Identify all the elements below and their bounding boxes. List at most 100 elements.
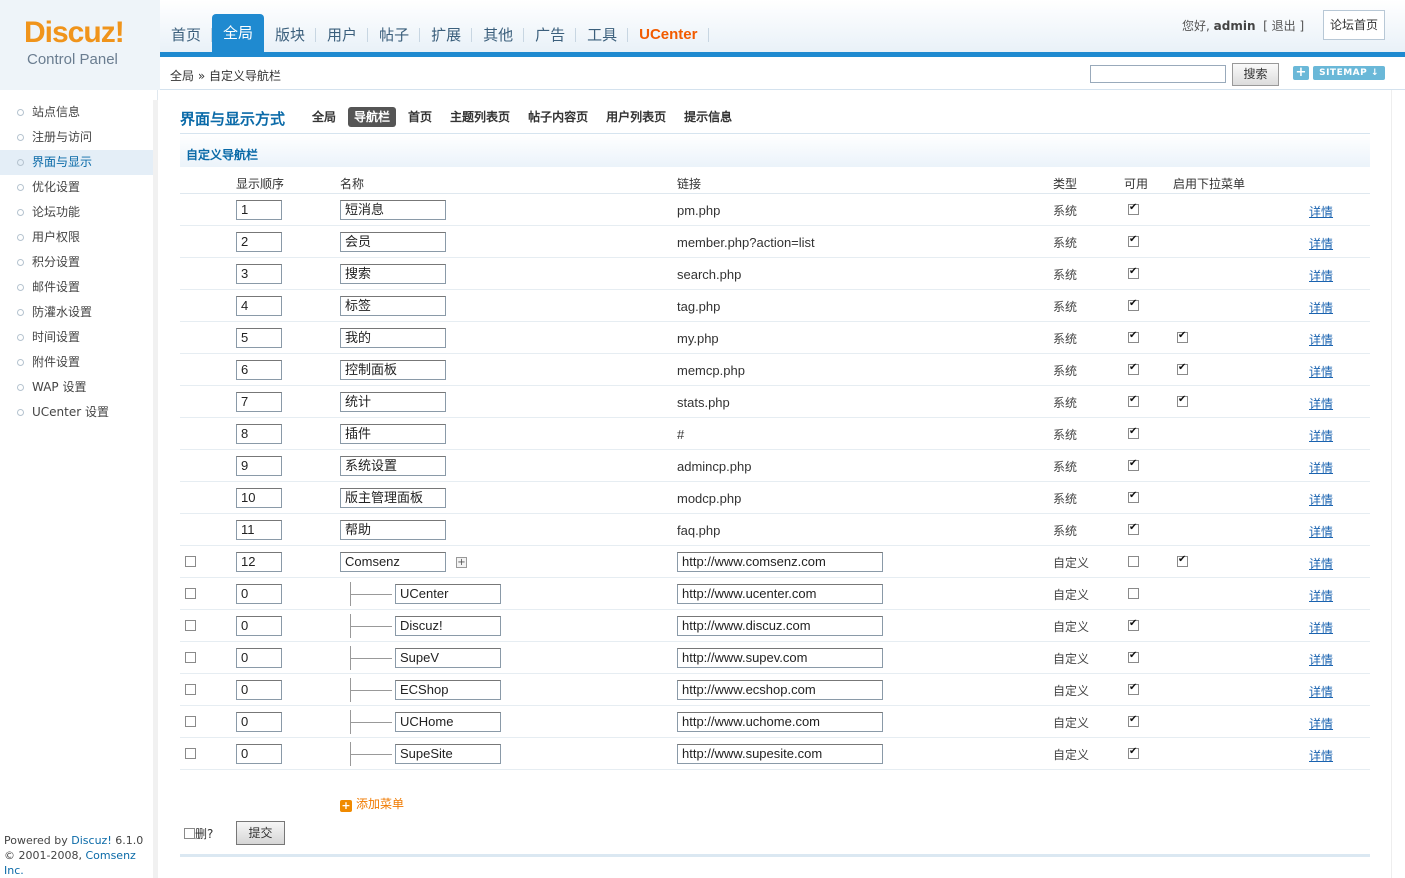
nav-tab-5[interactable]: 扩展 (420, 14, 473, 52)
subtab-5[interactable]: 用户列表页 (600, 107, 672, 127)
order-input[interactable]: 10 (236, 488, 282, 508)
detail-link[interactable]: 详情 (1309, 523, 1333, 540)
name-input[interactable]: Discuz! (395, 616, 501, 636)
add-shortcut-icon[interactable]: + (1293, 66, 1309, 80)
sidebar-item-10[interactable]: 附件设置 (0, 350, 157, 375)
row-select-checkbox[interactable] (185, 588, 196, 599)
order-input[interactable]: 5 (236, 328, 282, 348)
detail-link[interactable]: 详情 (1309, 747, 1333, 764)
enabled-checkbox[interactable] (1128, 714, 1139, 727)
subtab-2[interactable]: 首页 (402, 107, 438, 127)
page-scrollbar[interactable] (1391, 90, 1405, 878)
discuz-link[interactable]: Discuz! (71, 834, 111, 847)
enabled-checkbox[interactable] (1128, 298, 1139, 311)
sidebar-item-12[interactable]: UCenter 设置 (0, 400, 157, 425)
name-input[interactable]: SupeV (395, 648, 501, 668)
order-input[interactable]: 0 (236, 744, 282, 764)
enabled-checkbox[interactable] (1128, 746, 1139, 759)
name-input[interactable]: SupeSite (395, 744, 501, 764)
enabled-checkbox[interactable] (1128, 202, 1139, 215)
subtab-4[interactable]: 帖子内容页 (522, 107, 594, 127)
detail-link[interactable]: 详情 (1309, 267, 1333, 284)
row-select-checkbox[interactable] (185, 620, 196, 631)
name-input[interactable]: 控制面板 (340, 360, 446, 380)
order-input[interactable]: 6 (236, 360, 282, 380)
order-input[interactable]: 0 (236, 584, 282, 604)
delete-toggle[interactable]: 删? (184, 825, 213, 842)
name-input[interactable]: Comsenz (340, 552, 446, 572)
row-select-checkbox[interactable] (185, 748, 196, 759)
row-select-checkbox[interactable] (185, 652, 196, 663)
link-input[interactable]: http://www.supev.com (677, 648, 883, 668)
name-input[interactable]: 版主管理面板 (340, 488, 446, 508)
sidebar-item-6[interactable]: 积分设置 (0, 250, 157, 275)
link-input[interactable]: http://www.ecshop.com (677, 680, 883, 700)
detail-link[interactable]: 详情 (1309, 459, 1333, 476)
detail-link[interactable]: 详情 (1309, 619, 1333, 636)
order-input[interactable]: 2 (236, 232, 282, 252)
enabled-checkbox[interactable] (1128, 234, 1139, 247)
dropdown-checkbox[interactable] (1177, 394, 1188, 407)
add-menu-button[interactable]: + 添加菜单 (340, 795, 404, 812)
order-input[interactable]: 9 (236, 456, 282, 476)
detail-link[interactable]: 详情 (1309, 683, 1333, 700)
detail-link[interactable]: 详情 (1309, 203, 1333, 220)
name-input[interactable]: ECShop (395, 680, 501, 700)
name-input[interactable]: 标签 (340, 296, 446, 316)
enabled-checkbox[interactable] (1128, 426, 1139, 439)
link-input[interactable]: http://www.supesite.com (677, 744, 883, 764)
enabled-checkbox[interactable] (1128, 490, 1139, 503)
search-input[interactable] (1090, 65, 1226, 83)
logo[interactable]: Discuz! Control Panel (0, 0, 160, 90)
name-input[interactable]: 插件 (340, 424, 446, 444)
detail-link[interactable]: 详情 (1309, 555, 1333, 572)
order-input[interactable]: 12 (236, 552, 282, 572)
dropdown-checkbox[interactable] (1177, 362, 1188, 375)
order-input[interactable]: 0 (236, 680, 282, 700)
row-select-checkbox[interactable] (185, 716, 196, 727)
nav-tab-7[interactable]: 广告 (524, 14, 577, 52)
delete-checkbox[interactable] (184, 828, 195, 839)
detail-link[interactable]: 详情 (1309, 235, 1333, 252)
enabled-checkbox[interactable] (1128, 330, 1139, 343)
order-input[interactable]: 11 (236, 520, 282, 540)
nav-tab-2[interactable]: 版块 (264, 14, 317, 52)
logout-link[interactable]: 退出 (1272, 19, 1296, 33)
link-input[interactable]: http://www.ucenter.com (677, 584, 883, 604)
detail-link[interactable]: 详情 (1309, 363, 1333, 380)
name-input[interactable]: 会员 (340, 232, 446, 252)
order-input[interactable]: 4 (236, 296, 282, 316)
subtab-0[interactable]: 全局 (306, 107, 342, 127)
order-input[interactable]: 7 (236, 392, 282, 412)
row-select-checkbox[interactable] (185, 684, 196, 695)
detail-link[interactable]: 详情 (1309, 331, 1333, 348)
nav-tab-3[interactable]: 用户 (316, 14, 369, 52)
sidebar-item-3[interactable]: 优化设置 (0, 175, 157, 200)
nav-tab-8[interactable]: 工具 (576, 14, 629, 52)
name-input[interactable]: 我的 (340, 328, 446, 348)
add-submenu-icon[interactable]: + (456, 557, 467, 568)
link-input[interactable]: http://www.discuz.com (677, 616, 883, 636)
order-input[interactable]: 3 (236, 264, 282, 284)
nav-tab-4[interactable]: 帖子 (368, 14, 421, 52)
forum-home-button[interactable]: 论坛首页 (1323, 10, 1385, 40)
dropdown-checkbox[interactable] (1177, 554, 1188, 567)
detail-link[interactable]: 详情 (1309, 491, 1333, 508)
sidebar-item-4[interactable]: 论坛功能 (0, 200, 157, 225)
link-input[interactable]: http://www.comsenz.com (677, 552, 883, 572)
enabled-checkbox[interactable] (1128, 682, 1139, 695)
detail-link[interactable]: 详情 (1309, 715, 1333, 732)
enabled-checkbox[interactable] (1128, 266, 1139, 279)
name-input[interactable]: 短消息 (340, 200, 446, 220)
sidebar-item-0[interactable]: 站点信息 (0, 100, 157, 125)
submit-button[interactable]: 提交 (236, 821, 285, 845)
nav-tab-1[interactable]: 全局 (212, 14, 265, 52)
sidebar-item-2[interactable]: 界面与显示 (0, 150, 157, 175)
order-input[interactable]: 8 (236, 424, 282, 444)
enabled-checkbox[interactable] (1128, 618, 1139, 631)
order-input[interactable]: 0 (236, 616, 282, 636)
subtab-3[interactable]: 主题列表页 (444, 107, 516, 127)
sidebar-item-7[interactable]: 邮件设置 (0, 275, 157, 300)
dropdown-checkbox[interactable] (1177, 330, 1188, 343)
name-input[interactable]: 统计 (340, 392, 446, 412)
